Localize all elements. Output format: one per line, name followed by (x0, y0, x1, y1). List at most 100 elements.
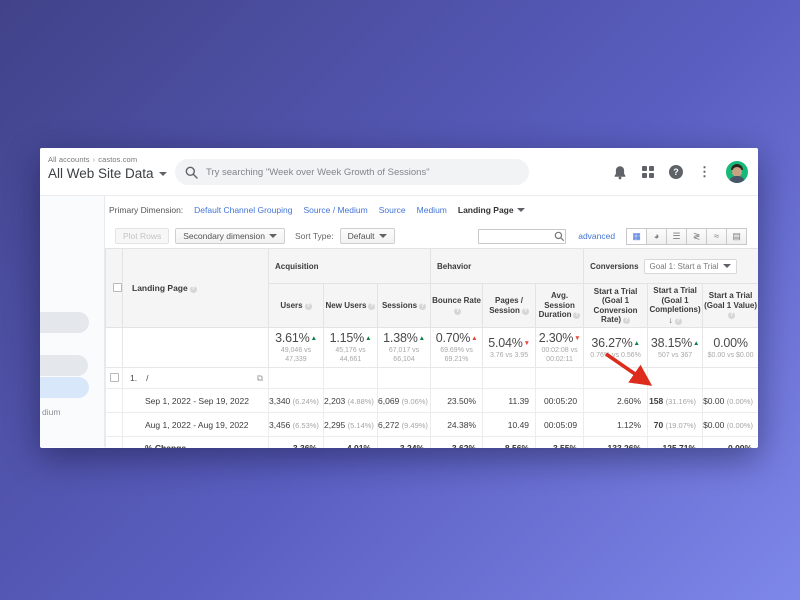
account-switcher[interactable]: All accounts castos.com All Web Site Data (48, 155, 167, 181)
help-icon[interactable] (368, 303, 375, 310)
view-term-cloud-icon[interactable]: ≈ (706, 228, 727, 245)
sort-type-dropdown[interactable]: Default (340, 228, 395, 244)
caret-down-icon (379, 234, 387, 238)
delta-arrow-icon: ▲ (693, 340, 699, 347)
chevron-right-icon (93, 155, 96, 164)
percent-change-row: % Change -3.36% -4.01% -3.24% -3.62% 8.5… (106, 437, 759, 448)
delta-arrow-icon: ▲ (634, 340, 640, 347)
column-header-users[interactable]: Users (269, 284, 324, 328)
delta-arrow-icon: ▲ (419, 335, 425, 342)
column-header-bounce-rate[interactable]: Bounce Rate (431, 284, 483, 328)
caret-down-icon (723, 264, 731, 268)
view-table-icon[interactable]: ▦ (626, 228, 647, 245)
summary-pages-session: 5.04%▼3.76 vs 3.95 (483, 328, 536, 368)
left-nav-panel: dium (40, 196, 105, 447)
dimension-source[interactable]: Source (379, 205, 406, 215)
report-table: Landing Page Acquisition Behavior Conver… (105, 248, 758, 448)
view-comparison-icon[interactable]: ≷ (686, 228, 707, 245)
primary-dimension-row: Primary Dimension: Default Channel Group… (105, 196, 758, 224)
row-index: 1. (130, 373, 137, 383)
caret-down-icon (517, 208, 525, 212)
caret-down-icon (159, 172, 167, 176)
apps-grid-icon[interactable] (642, 166, 654, 178)
table-row: Sep 1, 2022 - Sep 19, 2022 3,340 (6.24%)… (106, 389, 759, 413)
group-header-conversions: Conversions Goal 1: Start a Trial (584, 249, 758, 284)
caret-down-icon (269, 234, 277, 238)
help-icon[interactable] (728, 312, 735, 319)
date-range-label: Sep 1, 2022 - Sep 19, 2022 (123, 389, 269, 413)
help-icon[interactable] (675, 318, 682, 325)
table-row[interactable]: 1. / ⧉ (106, 368, 759, 389)
help-icon[interactable] (419, 303, 426, 310)
column-header-goal-value[interactable]: Start a Trial (Goal 1 Value) (703, 284, 758, 328)
open-page-icon[interactable]: ⧉ (257, 373, 263, 384)
column-header-landing-page[interactable]: Landing Page (123, 249, 269, 328)
summary-row: 3.61%▲49,046 vs 47,339 1.15%▲45,176 vs 4… (106, 328, 759, 368)
column-header-new-users[interactable]: New Users (324, 284, 378, 328)
global-search-bar[interactable] (175, 159, 529, 185)
dimension-landing-page-selected[interactable]: Landing Page (458, 205, 525, 215)
help-icon[interactable]: ? (669, 165, 683, 179)
search-icon (185, 166, 198, 179)
column-header-goal-completions[interactable]: Start a Trial (Goal 1 Completions) ↓ (648, 284, 703, 328)
select-all-checkbox[interactable] (113, 283, 122, 292)
top-bar: All accounts castos.com All Web Site Data… (40, 148, 758, 196)
help-icon[interactable] (305, 303, 312, 310)
sort-desc-icon[interactable]: ↓ (668, 315, 672, 325)
delta-arrow-icon: ▲ (471, 335, 477, 342)
dimension-medium[interactable]: Medium (417, 205, 447, 215)
property-selector[interactable]: All Web Site Data (48, 166, 167, 181)
report-toolbar: Plot Rows Secondary dimension Sort Type:… (105, 224, 758, 248)
table-search-input[interactable] (479, 232, 554, 241)
delta-arrow-icon: ▼ (574, 335, 580, 342)
summary-bounce-rate: 0.70%▲69.69% vs 69.21% (431, 328, 483, 368)
summary-users: 3.61%▲49,046 vs 47,339 (269, 328, 324, 368)
goal-selector-dropdown[interactable]: Goal 1: Start a Trial (644, 259, 738, 274)
summary-completions: 38.15%▲507 vs 367 (648, 328, 703, 368)
column-header-sessions[interactable]: Sessions (378, 284, 431, 328)
view-pivot-icon[interactable]: ▤ (726, 228, 747, 245)
help-icon[interactable] (522, 308, 529, 315)
secondary-dimension-button[interactable]: Secondary dimension (175, 228, 285, 244)
nav-skeleton-pill (40, 355, 88, 376)
table-search-box[interactable] (478, 229, 566, 244)
breadcrumb-all-accounts[interactable]: All accounts (48, 155, 90, 164)
group-header-behavior: Behavior (431, 249, 584, 284)
avatar[interactable] (726, 161, 748, 183)
summary-avg-duration: 2.30%▼00:02:08 vs 00:02:11 (536, 328, 584, 368)
view-switcher: ▦ ◕ ☰ ≷ ≈ ▤ (627, 228, 747, 245)
delta-arrow-icon: ▲ (311, 335, 317, 342)
delta-arrow-icon: ▼ (524, 340, 530, 347)
dimension-default-channel-grouping[interactable]: Default Channel Grouping (194, 205, 292, 215)
nav-partial-label: dium (42, 407, 60, 417)
dimension-source-medium[interactable]: Source / Medium (303, 205, 367, 215)
property-name: All Web Site Data (48, 166, 154, 181)
primary-dimension-label: Primary Dimension: (109, 205, 183, 215)
view-performance-icon[interactable]: ☰ (666, 228, 687, 245)
delta-arrow-icon: ▲ (365, 335, 371, 342)
column-header-pages-session[interactable]: Pages / Session (483, 284, 536, 328)
help-icon[interactable] (573, 312, 580, 319)
summary-conversion-rate: 36.27%▲0.76% vs 0.56% (584, 328, 648, 368)
help-icon[interactable] (190, 286, 197, 293)
plot-rows-button[interactable]: Plot Rows (115, 228, 169, 244)
global-search-input[interactable] (206, 167, 519, 178)
help-icon[interactable] (454, 308, 461, 315)
breadcrumb-account[interactable]: castos.com (98, 155, 137, 164)
landing-page-value[interactable]: / (146, 373, 148, 383)
row-checkbox[interactable] (110, 373, 119, 382)
select-all-cell (106, 249, 123, 328)
analytics-window: All accounts castos.com All Web Site Data… (40, 148, 758, 448)
column-header-goal-conversion-rate[interactable]: Start a Trial (Goal 1 Conversion Rate) (584, 284, 648, 328)
column-header-avg-session-duration[interactable]: Avg. Session Duration (536, 284, 584, 328)
view-percentage-icon[interactable]: ◕ (646, 228, 667, 245)
kebab-menu-icon[interactable]: ⋮ (698, 164, 711, 180)
advanced-search-link[interactable]: advanced (578, 231, 615, 241)
group-header-acquisition: Acquisition (269, 249, 431, 284)
help-icon[interactable] (623, 317, 630, 324)
summary-goal-value: 0.00%$0.00 vs $0.00 (703, 328, 758, 368)
highlighted-completions-cell: 158 (31.16%) (648, 389, 703, 413)
search-icon (554, 231, 565, 242)
nav-active-pill[interactable] (40, 377, 89, 398)
notifications-icon[interactable] (613, 165, 627, 180)
